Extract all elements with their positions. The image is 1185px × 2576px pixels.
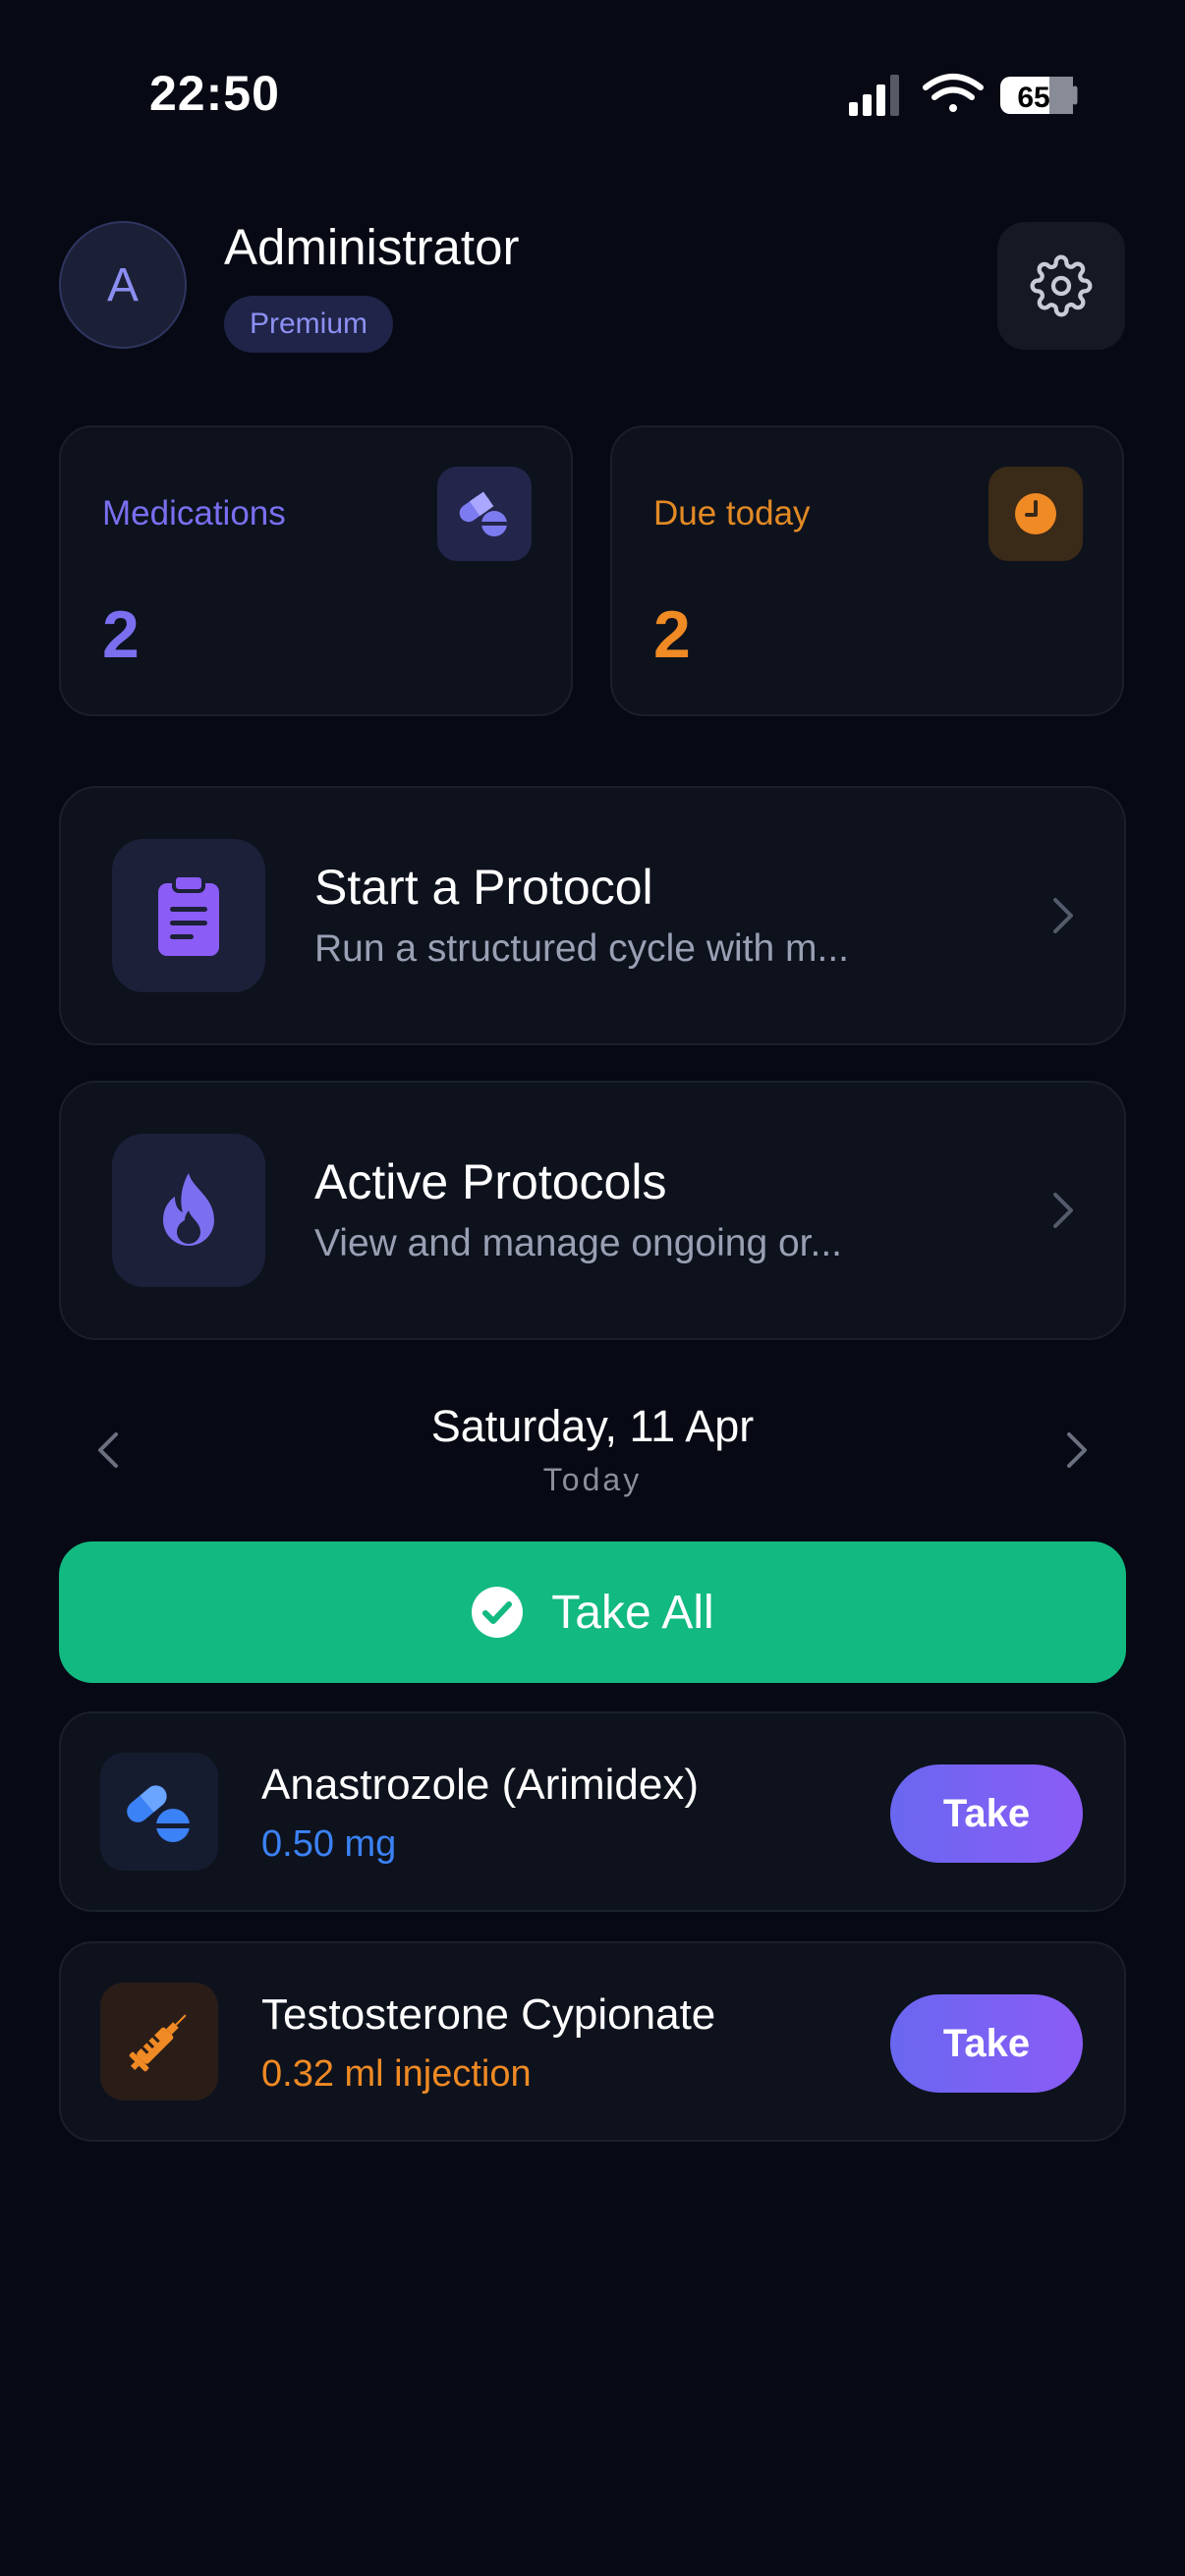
medication-row[interactable]: Testosterone Cypionate 0.32 ml injection… xyxy=(59,1941,1126,2142)
clock-icon xyxy=(988,467,1083,561)
avatar[interactable]: A xyxy=(59,221,187,349)
pills-icon xyxy=(437,467,532,561)
chevron-right-icon xyxy=(1053,1193,1073,1228)
clipboard-icon xyxy=(112,839,265,992)
stat-label: Due today xyxy=(653,494,811,532)
stat-label: Medications xyxy=(102,494,286,532)
take-button[interactable]: Take xyxy=(890,1764,1083,1863)
signal-icon xyxy=(849,75,899,116)
username: Administrator xyxy=(224,219,520,275)
take-button[interactable]: Take xyxy=(890,1994,1083,2093)
stat-card-medications[interactable]: Medications 2 xyxy=(59,425,573,716)
next-day-button[interactable] xyxy=(1065,1430,1089,1470)
protocol-title: Start a Protocol xyxy=(314,860,653,915)
avatar-letter: A xyxy=(106,258,139,311)
medication-name: Anastrozole (Arimidex) xyxy=(261,1761,700,1809)
wifi-icon xyxy=(923,74,984,112)
protocol-subtitle: Run a structured cycle with m... xyxy=(314,927,850,970)
medication-dose: 0.50 mg xyxy=(261,1823,397,1865)
check-circle-icon xyxy=(472,1587,524,1638)
start-protocol-card[interactable]: Start a Protocol Run a structured cycle … xyxy=(59,786,1126,1045)
take-all-button[interactable]: Take All xyxy=(59,1541,1126,1683)
status-icons: 65 xyxy=(849,74,1078,116)
svg-text:65: 65 xyxy=(1017,82,1049,114)
stat-value: 2 xyxy=(653,597,691,672)
selected-date: Saturday, 11 Apr xyxy=(430,1401,755,1451)
premium-badge: Premium xyxy=(224,296,394,353)
gear-icon xyxy=(1030,254,1093,317)
flame-icon xyxy=(112,1134,265,1287)
medication-dose: 0.32 ml injection xyxy=(261,2053,532,2095)
medication-name: Testosterone Cypionate xyxy=(261,1990,716,2039)
battery-icon: 65 xyxy=(1000,77,1078,114)
take-all-label: Take All xyxy=(551,1586,714,1639)
stat-value: 2 xyxy=(102,597,140,672)
active-protocols-card[interactable]: Active Protocols View and manage ongoing… xyxy=(59,1081,1126,1340)
stat-card-due-today[interactable]: Due today 2 xyxy=(610,425,1124,716)
protocol-title: Active Protocols xyxy=(314,1154,667,1209)
settings-button[interactable] xyxy=(997,222,1125,350)
chevron-right-icon xyxy=(1053,898,1073,933)
medication-row[interactable]: Anastrozole (Arimidex) 0.50 mg Take xyxy=(59,1711,1126,1912)
date-relative-label: Today xyxy=(542,1462,643,1497)
pills-icon xyxy=(100,1753,218,1871)
status-time: 22:50 xyxy=(149,66,280,121)
syringe-icon xyxy=(100,1983,218,2100)
protocol-subtitle: View and manage ongoing or... xyxy=(314,1222,843,1264)
